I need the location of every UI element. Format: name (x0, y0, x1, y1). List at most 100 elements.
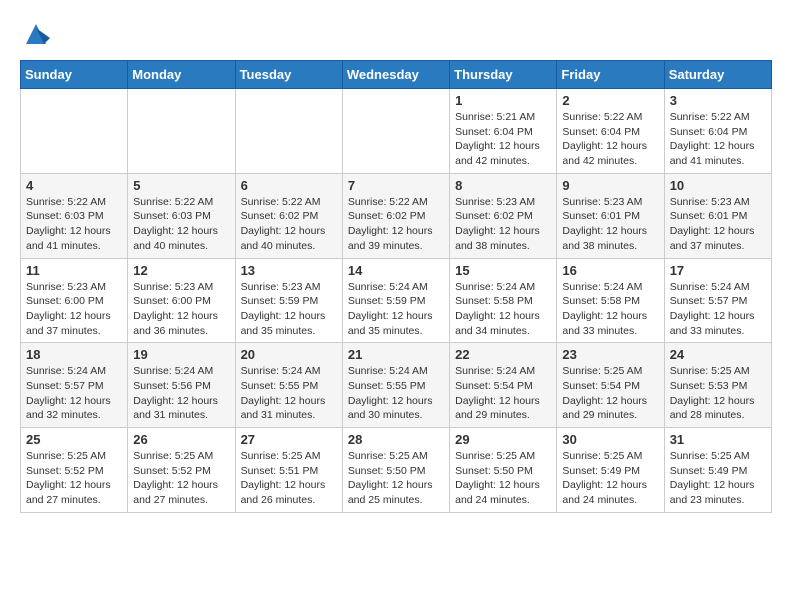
day-info: Sunrise: 5:24 AM Sunset: 5:58 PM Dayligh… (562, 280, 658, 339)
day-number: 17 (670, 263, 766, 278)
day-info: Sunrise: 5:24 AM Sunset: 5:59 PM Dayligh… (348, 280, 444, 339)
day-number: 8 (455, 178, 551, 193)
day-info: Sunrise: 5:25 AM Sunset: 5:54 PM Dayligh… (562, 364, 658, 423)
day-number: 2 (562, 93, 658, 108)
calendar-cell: 1 Sunrise: 5:21 AM Sunset: 6:04 PM Daylig… (450, 89, 557, 174)
day-number: 24 (670, 347, 766, 362)
calendar-cell (128, 89, 235, 174)
day-number: 11 (26, 263, 122, 278)
day-number: 14 (348, 263, 444, 278)
logo-icon (22, 20, 50, 48)
day-info: Sunrise: 5:25 AM Sunset: 5:50 PM Dayligh… (348, 449, 444, 508)
day-info: Sunrise: 5:25 AM Sunset: 5:52 PM Dayligh… (133, 449, 229, 508)
day-number: 22 (455, 347, 551, 362)
calendar-cell: 25Sunrise: 5:25 AM Sunset: 5:52 PM Dayli… (21, 428, 128, 513)
calendar-cell: 26 Sunrise: 5:25 AM Sunset: 5:52 PM Dayli… (128, 428, 235, 513)
day-number: 7 (348, 178, 444, 193)
calendar-cell: 14 Sunrise: 5:24 AM Sunset: 5:59 PM Dayli… (342, 258, 449, 343)
calendar-body: 1 Sunrise: 5:21 AM Sunset: 6:04 PM Daylig… (21, 89, 772, 513)
day-info: Sunrise: 5:25 AM Sunset: 5:50 PM Dayligh… (455, 449, 551, 508)
day-number: 1 (455, 93, 551, 108)
calendar-week-3: 11 Sunrise: 5:23 AM Sunset: 6:00 PM Dayli… (21, 258, 772, 343)
calendar-cell: 5 Sunrise: 5:22 AM Sunset: 6:03 PM Daylig… (128, 173, 235, 258)
day-info: Sunrise: 5:24 AM Sunset: 5:54 PM Dayligh… (455, 364, 551, 423)
day-number: 29 (455, 432, 551, 447)
day-info: Sunrise: 5:23 AM Sunset: 6:00 PM Dayligh… (133, 280, 229, 339)
day-info: Sunrise: 5:25 AM Sunset: 5:52 PM Dayligh… (26, 449, 122, 508)
calendar-cell: 9 Sunrise: 5:23 AM Sunset: 6:01 PM Daylig… (557, 173, 664, 258)
calendar-cell: 10 Sunrise: 5:23 AM Sunset: 6:01 PM Dayli… (664, 173, 771, 258)
calendar-cell: 12 Sunrise: 5:23 AM Sunset: 6:00 PM Dayli… (128, 258, 235, 343)
day-info: Sunrise: 5:25 AM Sunset: 5:49 PM Dayligh… (562, 449, 658, 508)
day-info: Sunrise: 5:22 AM Sunset: 6:02 PM Dayligh… (348, 195, 444, 254)
calendar-cell: 16 Sunrise: 5:24 AM Sunset: 5:58 PM Dayli… (557, 258, 664, 343)
day-number: 10 (670, 178, 766, 193)
calendar-cell: 4 Sunrise: 5:22 AM Sunset: 6:03 PM Daylig… (21, 173, 128, 258)
calendar-cell (21, 89, 128, 174)
dow-tuesday: Tuesday (235, 61, 342, 89)
calendar-week-5: 25Sunrise: 5:25 AM Sunset: 5:52 PM Dayli… (21, 428, 772, 513)
day-number: 21 (348, 347, 444, 362)
day-number: 23 (562, 347, 658, 362)
day-info: Sunrise: 5:24 AM Sunset: 5:55 PM Dayligh… (241, 364, 337, 423)
day-number: 9 (562, 178, 658, 193)
dow-wednesday: Wednesday (342, 61, 449, 89)
day-number: 4 (26, 178, 122, 193)
day-info: Sunrise: 5:24 AM Sunset: 5:57 PM Dayligh… (670, 280, 766, 339)
calendar-cell: 23 Sunrise: 5:25 AM Sunset: 5:54 PM Dayli… (557, 343, 664, 428)
day-number: 13 (241, 263, 337, 278)
dow-monday: Monday (128, 61, 235, 89)
day-info: Sunrise: 5:24 AM Sunset: 5:57 PM Dayligh… (26, 364, 122, 423)
day-info: Sunrise: 5:22 AM Sunset: 6:03 PM Dayligh… (26, 195, 122, 254)
day-info: Sunrise: 5:22 AM Sunset: 6:04 PM Dayligh… (670, 110, 766, 169)
day-number: 31 (670, 432, 766, 447)
calendar-cell: 31 Sunrise: 5:25 AM Sunset: 5:49 PM Dayli… (664, 428, 771, 513)
day-number: 18 (26, 347, 122, 362)
day-info: Sunrise: 5:25 AM Sunset: 5:49 PM Dayligh… (670, 449, 766, 508)
calendar-cell: 3 Sunrise: 5:22 AM Sunset: 6:04 PM Daylig… (664, 89, 771, 174)
calendar-cell: 8 Sunrise: 5:23 AM Sunset: 6:02 PM Daylig… (450, 173, 557, 258)
day-info: Sunrise: 5:22 AM Sunset: 6:04 PM Dayligh… (562, 110, 658, 169)
calendar-cell: 19Sunrise: 5:24 AM Sunset: 5:56 PM Dayli… (128, 343, 235, 428)
calendar-cell: 15 Sunrise: 5:24 AM Sunset: 5:58 PM Dayli… (450, 258, 557, 343)
calendar-week-2: 4 Sunrise: 5:22 AM Sunset: 6:03 PM Daylig… (21, 173, 772, 258)
day-number: 3 (670, 93, 766, 108)
day-number: 6 (241, 178, 337, 193)
dow-sunday: Sunday (21, 61, 128, 89)
calendar-cell: 22 Sunrise: 5:24 AM Sunset: 5:54 PM Dayli… (450, 343, 557, 428)
day-number: 16 (562, 263, 658, 278)
day-info: Sunrise: 5:23 AM Sunset: 6:01 PM Dayligh… (670, 195, 766, 254)
dow-friday: Friday (557, 61, 664, 89)
day-number: 15 (455, 263, 551, 278)
dow-thursday: Thursday (450, 61, 557, 89)
calendar-table: SundayMondayTuesdayWednesdayThursdayFrid… (20, 60, 772, 513)
calendar-week-4: 18 Sunrise: 5:24 AM Sunset: 5:57 PM Dayli… (21, 343, 772, 428)
day-info: Sunrise: 5:21 AM Sunset: 6:04 PM Dayligh… (455, 110, 551, 169)
day-info: Sunrise: 5:23 AM Sunset: 6:00 PM Dayligh… (26, 280, 122, 339)
day-number: 26 (133, 432, 229, 447)
day-info: Sunrise: 5:24 AM Sunset: 5:58 PM Dayligh… (455, 280, 551, 339)
calendar-week-1: 1 Sunrise: 5:21 AM Sunset: 6:04 PM Daylig… (21, 89, 772, 174)
calendar-cell: 24Sunrise: 5:25 AM Sunset: 5:53 PM Dayli… (664, 343, 771, 428)
page-header (20, 20, 772, 44)
calendar-cell (235, 89, 342, 174)
calendar-cell: 13Sunrise: 5:23 AM Sunset: 5:59 PM Dayli… (235, 258, 342, 343)
calendar-cell: 17 Sunrise: 5:24 AM Sunset: 5:57 PM Dayli… (664, 258, 771, 343)
calendar-cell: 28 Sunrise: 5:25 AM Sunset: 5:50 PM Dayli… (342, 428, 449, 513)
day-number: 27 (241, 432, 337, 447)
calendar-cell: 18 Sunrise: 5:24 AM Sunset: 5:57 PM Dayli… (21, 343, 128, 428)
day-info: Sunrise: 5:23 AM Sunset: 6:02 PM Dayligh… (455, 195, 551, 254)
day-number: 12 (133, 263, 229, 278)
day-number: 5 (133, 178, 229, 193)
day-number: 28 (348, 432, 444, 447)
day-info: Sunrise: 5:22 AM Sunset: 6:02 PM Dayligh… (241, 195, 337, 254)
calendar-cell: 7 Sunrise: 5:22 AM Sunset: 6:02 PM Daylig… (342, 173, 449, 258)
day-info: Sunrise: 5:23 AM Sunset: 6:01 PM Dayligh… (562, 195, 658, 254)
day-of-week-header: SundayMondayTuesdayWednesdayThursdayFrid… (21, 61, 772, 89)
day-number: 30 (562, 432, 658, 447)
calendar-cell: 27 Sunrise: 5:25 AM Sunset: 5:51 PM Dayli… (235, 428, 342, 513)
day-info: Sunrise: 5:24 AM Sunset: 5:55 PM Dayligh… (348, 364, 444, 423)
day-info: Sunrise: 5:25 AM Sunset: 5:51 PM Dayligh… (241, 449, 337, 508)
day-info: Sunrise: 5:22 AM Sunset: 6:03 PM Dayligh… (133, 195, 229, 254)
dow-saturday: Saturday (664, 61, 771, 89)
